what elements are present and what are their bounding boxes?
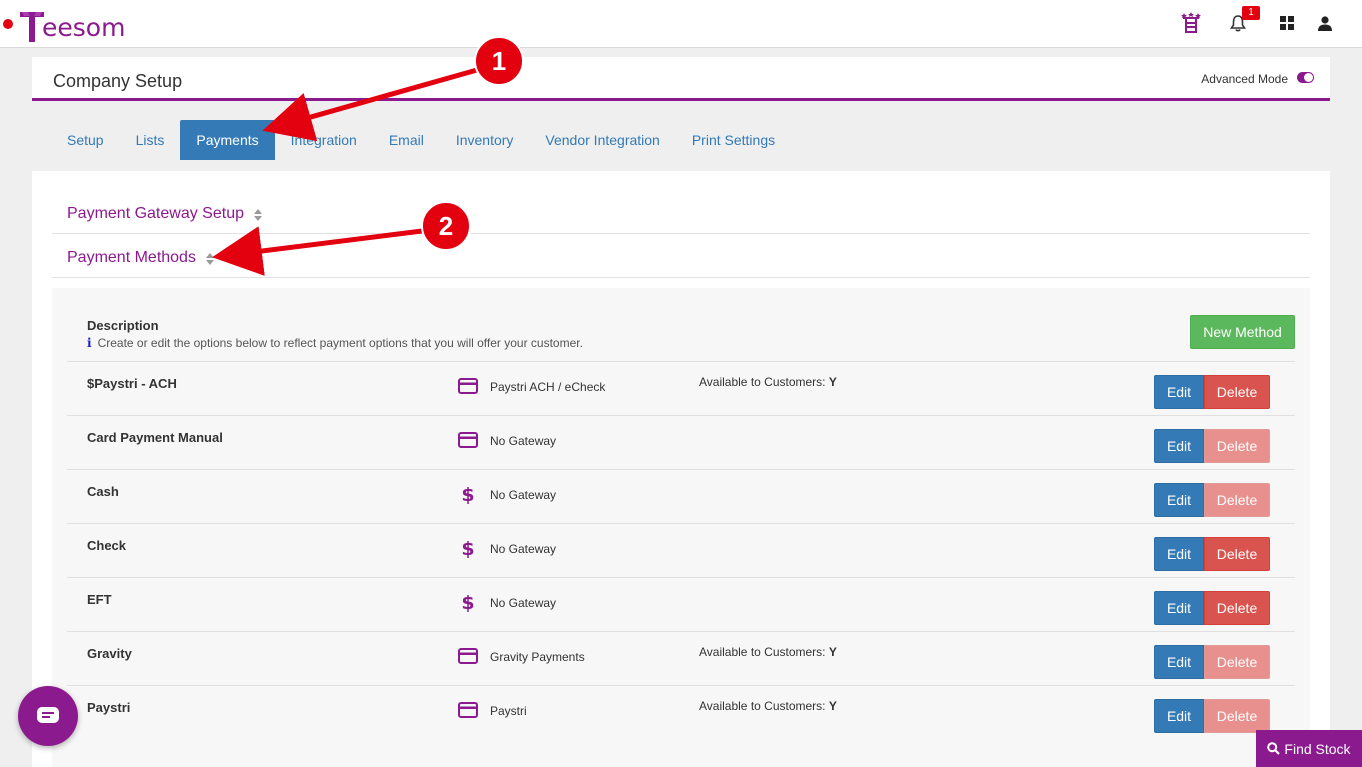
svg-text:$: $ <box>461 484 474 504</box>
delete-method-button: Delete <box>1204 699 1270 733</box>
edit-method-button[interactable]: Edit <box>1154 483 1204 517</box>
method-name: Gravity <box>87 646 132 661</box>
payment-method-row: Check $ No Gateway Edit Delete <box>67 523 1295 577</box>
search-icon <box>1267 742 1281 755</box>
method-name: Cash <box>87 484 119 499</box>
description-label: Description <box>87 318 159 333</box>
method-gateway: Gravity Payments <box>490 650 585 664</box>
payments-content: Payment Gateway Setup Payment Methods De… <box>32 171 1330 767</box>
new-method-button[interactable]: New Method <box>1190 315 1295 349</box>
logo-t-mark <box>20 12 44 42</box>
find-stock-button[interactable]: Find Stock <box>1256 730 1362 767</box>
payment-method-row: Gravity Gravity Payments Available to Cust… <box>67 631 1295 685</box>
description-note-text: Create or edit the options below to refl… <box>97 336 583 350</box>
payment-methods-panel: Description i Create or edit the options … <box>52 288 1310 767</box>
availability-value: Y <box>828 699 837 713</box>
availability-value: Y <box>828 375 837 389</box>
delete-method-button: Delete <box>1204 429 1270 463</box>
edit-method-button[interactable]: Edit <box>1154 375 1204 409</box>
payment-method-row: Card Payment Manual No Gateway Edit Delete <box>67 415 1295 469</box>
method-gateway: No Gateway <box>490 596 557 610</box>
dollar-icon: $ <box>457 538 479 558</box>
svg-text:$: $ <box>461 592 474 612</box>
delete-method-button[interactable]: Delete <box>1204 591 1270 625</box>
teesom-logo[interactable]: eesom <box>20 8 125 42</box>
method-name: Check <box>87 538 127 553</box>
tab-inventory[interactable]: Inventory <box>440 120 530 160</box>
method-gateway: No Gateway <box>490 434 557 448</box>
credit-card-icon <box>457 376 479 396</box>
sort-toggle-icon[interactable] <box>205 252 215 266</box>
tab-email[interactable]: Email <box>373 120 440 160</box>
setup-tabs: Setup Lists Payments Integration Email I… <box>51 120 791 160</box>
dollar-icon: $ <box>457 592 479 612</box>
method-gateway: Paystri ACH / eCheck <box>490 380 606 394</box>
chat-icon <box>37 707 59 723</box>
logo-text: eesom <box>42 13 126 42</box>
tab-setup[interactable]: Setup <box>51 120 120 160</box>
payment-method-row: EFT $ No Gateway Edit Delete <box>67 577 1295 631</box>
teesom-tower-icon[interactable] <box>1180 12 1202 34</box>
payment-method-row: $Paystri - ACH Paystri ACH / eCheck Availa… <box>67 361 1295 415</box>
edit-method-button[interactable]: Edit <box>1154 537 1204 571</box>
section-title-gateway[interactable]: Payment Gateway Setup <box>67 205 244 223</box>
method-name: Card Payment Manual <box>87 430 223 445</box>
method-name: EFT <box>87 592 112 607</box>
sort-toggle-icon[interactable] <box>253 208 263 222</box>
availability-label: Available to Customers: <box>699 699 826 713</box>
svg-text:$: $ <box>461 538 474 558</box>
edit-method-button[interactable]: Edit <box>1154 645 1204 679</box>
edit-method-button[interactable]: Edit <box>1154 591 1204 625</box>
grid-apps-icon[interactable] <box>1276 12 1298 34</box>
page-title: Company Setup <box>53 71 183 91</box>
advanced-mode-label: Advanced Mode <box>1201 72 1288 86</box>
tab-print-settings[interactable]: Print Settings <box>676 120 791 160</box>
edit-method-button[interactable]: Edit <box>1154 429 1204 463</box>
chat-bubble-button[interactable] <box>18 686 78 746</box>
availability-label: Available to Customers: <box>699 375 826 389</box>
dollar-icon: $ <box>457 484 479 504</box>
tab-payments[interactable]: Payments <box>180 120 275 160</box>
info-icon: i <box>87 336 92 350</box>
credit-card-icon <box>457 700 479 720</box>
delete-method-button: Delete <box>1204 483 1270 517</box>
method-gateway: No Gateway <box>490 542 557 556</box>
tab-integration[interactable]: Integration <box>275 120 373 160</box>
method-gateway: No Gateway <box>490 488 557 502</box>
method-availability: Available to Customers: Y <box>699 375 837 389</box>
method-gateway: Paystri <box>490 704 527 718</box>
record-dot-icon <box>3 19 13 29</box>
user-profile-icon[interactable] <box>1314 12 1336 34</box>
method-name: Paystri <box>87 700 131 715</box>
payment-method-row: Cash $ No Gateway Edit Delete <box>67 469 1295 523</box>
delete-method-button[interactable]: Delete <box>1204 537 1270 571</box>
credit-card-icon <box>457 646 479 666</box>
notification-badge: 1 <box>1242 6 1260 20</box>
availability-value: Y <box>828 645 837 659</box>
credit-card-icon <box>457 430 479 450</box>
payment-method-row: Paystri Paystri Available to Customers: Y E… <box>67 685 1295 739</box>
advanced-mode-toggle[interactable] <box>1297 72 1314 83</box>
delete-method-button[interactable]: Delete <box>1204 375 1270 409</box>
method-availability: Available to Customers: Y <box>699 699 837 713</box>
delete-method-button: Delete <box>1204 645 1270 679</box>
top-navbar: eesom 1 <box>0 0 1362 48</box>
page-header: Company Setup Advanced Mode <box>32 57 1330 101</box>
description-note: i Create or edit the options below to ref… <box>87 336 583 350</box>
find-stock-label: Find Stock <box>1284 740 1351 757</box>
tab-vendor-integration[interactable]: Vendor Integration <box>529 120 675 160</box>
edit-method-button[interactable]: Edit <box>1154 699 1204 733</box>
method-availability: Available to Customers: Y <box>699 645 837 659</box>
section-title-methods[interactable]: Payment Methods <box>67 249 196 267</box>
method-name: $Paystri - ACH <box>87 376 177 391</box>
payment-gateway-setup-header[interactable]: Payment Gateway Setup <box>52 190 1310 234</box>
availability-label: Available to Customers: <box>699 645 826 659</box>
tab-lists[interactable]: Lists <box>120 120 181 160</box>
payment-methods-header[interactable]: Payment Methods <box>52 234 1310 278</box>
